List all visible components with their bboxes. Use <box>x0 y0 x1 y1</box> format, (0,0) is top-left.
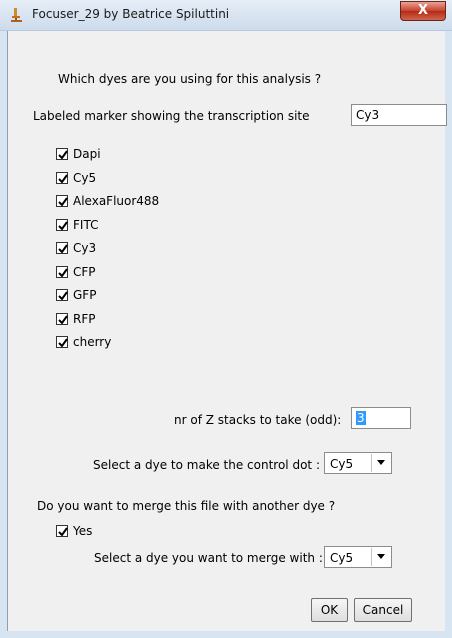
checkbox-box[interactable] <box>56 289 68 301</box>
chevron-down-icon[interactable] <box>371 548 390 566</box>
window-title: Focuser_29 by Beatrice Spiluttini <box>32 7 230 21</box>
checkmark-icon <box>58 291 68 301</box>
ok-button[interactable]: OK <box>311 598 348 622</box>
checkmark-icon <box>58 197 68 207</box>
dye-label: Cy5 <box>73 171 97 185</box>
control-dot-select[interactable]: Cy5 <box>324 452 392 474</box>
dye-label: Cy3 <box>73 241 97 255</box>
chevron-down-icon[interactable] <box>371 454 390 472</box>
control-dot-value: Cy5 <box>330 457 354 471</box>
dye-label: CFP <box>73 265 96 279</box>
marker-field[interactable]: Cy3 <box>351 104 447 126</box>
checkmark-icon <box>58 221 68 231</box>
merge-dye-value: Cy5 <box>330 551 354 565</box>
control-dot-label: Select a dye to make the control dot : <box>93 458 320 472</box>
zstacks-value: 3 <box>356 411 366 425</box>
dye-label: cherry <box>73 335 112 349</box>
merge-question: Do you want to merge this file with anot… <box>37 499 336 513</box>
dyes-question: Which dyes are you using for this analys… <box>58 72 322 86</box>
checkmark-icon <box>58 315 68 325</box>
checkmark-icon <box>58 268 68 278</box>
dialog-window: Focuser_29 by Beatrice Spiluttini X Whic… <box>0 0 452 638</box>
checkbox-box[interactable] <box>56 195 68 207</box>
title-bar[interactable]: Focuser_29 by Beatrice Spiluttini X <box>0 0 452 31</box>
checkbox-box[interactable] <box>56 336 68 348</box>
checkbox-box[interactable] <box>56 242 68 254</box>
checkbox-box[interactable] <box>56 313 68 325</box>
marker-label: Labeled marker showing the transcription… <box>33 109 310 123</box>
checkmark-icon <box>58 527 68 537</box>
checkmark-icon <box>58 244 68 254</box>
dye-label: AlexaFluor488 <box>73 194 160 208</box>
dye-label: Dapi <box>73 147 101 161</box>
zstacks-input[interactable]: 3 <box>351 407 411 429</box>
checkbox-box[interactable] <box>56 172 68 184</box>
dye-label: FITC <box>73 218 99 232</box>
checkbox-box[interactable] <box>56 219 68 231</box>
dialog-content: Which dyes are you using for this analys… <box>7 31 447 631</box>
dye-label: RFP <box>73 312 96 326</box>
cancel-button[interactable]: Cancel <box>354 598 412 622</box>
merge-yes-label: Yes <box>73 524 93 538</box>
close-button[interactable]: X <box>400 1 446 21</box>
checkbox-box[interactable] <box>56 525 68 537</box>
checkmark-icon <box>58 174 68 184</box>
merge-select-label: Select a dye you want to merge with : <box>94 551 323 565</box>
checkbox-box[interactable] <box>56 148 68 160</box>
merge-dye-select[interactable]: Cy5 <box>324 546 392 568</box>
checkmark-icon <box>58 150 68 160</box>
checkmark-icon <box>58 338 68 348</box>
close-icon: X <box>417 3 429 18</box>
checkbox-box[interactable] <box>56 266 68 278</box>
dye-label: GFP <box>73 288 97 302</box>
zstacks-label: nr of Z stacks to take (odd): <box>174 413 342 427</box>
app-icon <box>8 7 24 23</box>
